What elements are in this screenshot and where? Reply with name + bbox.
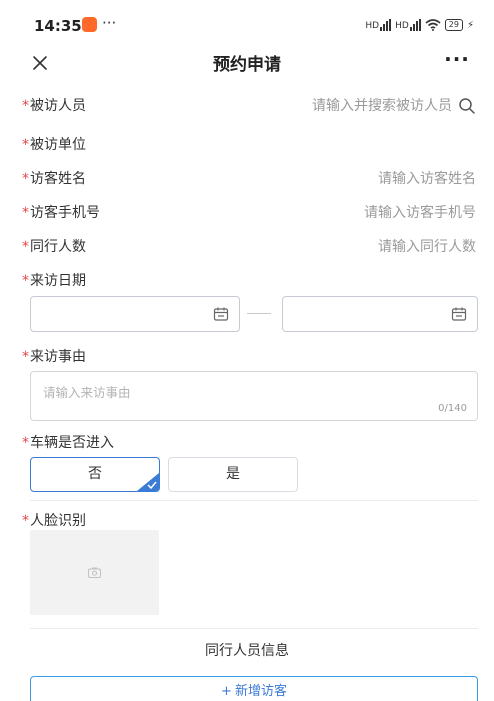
companion-section-title: 同行人员信息 — [205, 643, 289, 659]
vehicle-option-yes-label: 是 — [226, 466, 240, 482]
nav-bar: 预约申请 ··· — [0, 46, 494, 82]
visitor-name-label: 访客姓名 — [30, 171, 86, 187]
host-unit-input[interactable] — [176, 130, 476, 160]
start-date-picker[interactable] — [30, 296, 240, 332]
visitor-name-input[interactable] — [176, 164, 476, 194]
visitor-name-row: *访客姓名 — [20, 164, 480, 194]
vehicle-option-no-label: 否 — [88, 466, 102, 482]
selected-check-icon — [137, 473, 159, 491]
required-mark: * — [22, 513, 29, 529]
status-bar: 14:35 ··· HD HD 29 ⚡ — [0, 0, 494, 46]
vehicle-row: *车辆是否进入 — [20, 428, 480, 458]
plus-icon: + — [221, 684, 232, 699]
vehicle-label: 车辆是否进入 — [30, 435, 114, 451]
host-unit-row: *被访单位 — [20, 130, 480, 160]
host-search-input[interactable] — [152, 91, 452, 121]
divider — [30, 500, 478, 501]
vehicle-option-no[interactable]: 否 — [30, 457, 160, 492]
search-icon[interactable] — [458, 97, 476, 115]
visitor-phone-input[interactable] — [176, 198, 476, 228]
host-unit-label: 被访单位 — [30, 137, 86, 153]
divider — [30, 628, 478, 629]
end-date-picker[interactable] — [282, 296, 478, 332]
visitor-phone-row: *访客手机号 — [20, 198, 480, 228]
face-photo-upload[interactable] — [30, 530, 159, 615]
visit-date-row: *来访日期 — [20, 266, 480, 296]
more-menu-icon[interactable]: ··· — [440, 48, 474, 76]
camera-icon — [88, 567, 101, 578]
required-mark: * — [22, 349, 29, 365]
required-mark: * — [22, 205, 29, 221]
required-mark: * — [22, 137, 29, 153]
signal-icon-2: HD — [395, 19, 421, 31]
companions-input[interactable] — [176, 232, 476, 262]
status-time: 14:35 — [34, 17, 82, 35]
required-mark: * — [22, 435, 29, 451]
signal-icon: HD — [365, 19, 392, 31]
visit-reason-row: *来访事由 — [20, 342, 480, 372]
required-mark: * — [22, 273, 29, 289]
wifi-icon — [425, 19, 441, 31]
visit-date-label: 来访日期 — [30, 273, 86, 289]
status-indicators: HD HD 29 ⚡ — [365, 18, 474, 32]
page-title: 预约申请 — [213, 55, 281, 75]
host-label: 被访人员 — [30, 98, 86, 114]
add-visitor-button[interactable]: + 新增访客 — [30, 676, 478, 701]
calendar-icon — [213, 307, 229, 321]
visit-reason-textarea[interactable] — [31, 372, 477, 420]
close-icon[interactable] — [26, 48, 56, 78]
visitor-phone-label: 访客手机号 — [30, 205, 100, 221]
vehicle-option-yes[interactable]: 是 — [168, 457, 298, 492]
visit-reason-label: 来访事由 — [30, 349, 86, 365]
status-more-dots: ··· — [102, 14, 117, 32]
required-mark: * — [22, 239, 29, 255]
visit-reason-box: 0/140 — [30, 371, 478, 421]
app-notification-icon — [82, 17, 97, 32]
companions-label: 同行人数 — [30, 239, 86, 255]
charging-icon: ⚡ — [466, 19, 474, 31]
face-label: 人脸识别 — [30, 513, 86, 529]
add-visitor-label: 新增访客 — [234, 684, 287, 699]
battery-icon: 29 — [444, 19, 463, 31]
required-mark: * — [22, 171, 29, 187]
companions-row: *同行人数 — [20, 232, 480, 262]
calendar-icon — [451, 307, 467, 321]
date-range-separator — [247, 313, 271, 314]
host-row: *被访人员 — [20, 91, 480, 121]
required-mark: * — [22, 98, 29, 114]
